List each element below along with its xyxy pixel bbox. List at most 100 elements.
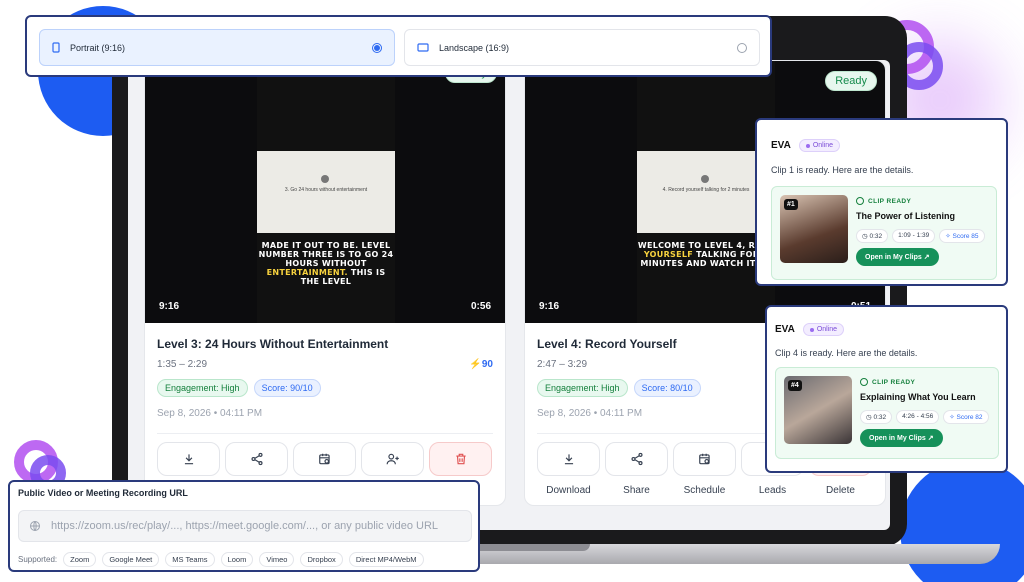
range-chip: 4:26 - 4:56 xyxy=(896,410,940,424)
slide-icon xyxy=(701,175,709,183)
clip-date: Sep 8, 2026 • 04:11 PM xyxy=(537,408,643,419)
duration-chip: ◷ 0:32 xyxy=(856,229,889,243)
share-label: Share xyxy=(623,485,650,496)
eva-name: EVA xyxy=(771,140,791,151)
download-button[interactable] xyxy=(157,442,220,476)
calendar-clock-icon xyxy=(698,453,710,465)
landscape-radio[interactable] xyxy=(737,42,747,53)
eva-header: EVA Online xyxy=(775,323,845,336)
clip-title: Level 3: 24 Hours Without Entertainment xyxy=(157,337,389,351)
clip-thumbnail[interactable]: #4 xyxy=(784,376,852,444)
clip-score-value: 90 xyxy=(481,359,493,370)
clip-time-range: 2:47 – 3:29 xyxy=(537,359,588,370)
landscape-icon xyxy=(417,43,429,52)
delete-label: Delete xyxy=(826,485,855,496)
add-user-icon xyxy=(386,453,399,465)
globe-icon xyxy=(30,521,40,531)
share-button[interactable] xyxy=(225,442,288,476)
clip-number-tag: #4 xyxy=(788,380,802,391)
platform-pill: Direct MP4/WebM xyxy=(348,552,424,567)
clip-score: ⚡90 xyxy=(469,359,493,370)
external-link-icon: ↗ xyxy=(923,254,930,261)
action-labels: Download Share Schedule Leads Delete xyxy=(537,485,872,496)
score-chip: ✧ Score 85 xyxy=(939,229,985,243)
clip-tags: Engagement: High Score: 80/10 xyxy=(537,379,701,397)
score-chip: ✧ Score 82 xyxy=(943,410,989,424)
leads-label: Leads xyxy=(758,485,787,496)
clip-actions xyxy=(157,442,492,476)
external-link-icon: ↗ xyxy=(927,435,934,442)
eva-clip-title: The Power of Listening xyxy=(856,211,956,221)
laptop-notch xyxy=(470,544,590,551)
score-chip: Score: 80/10 xyxy=(633,379,701,397)
clip-ready-label: CLIP READY xyxy=(860,378,915,386)
slide-icon xyxy=(321,175,329,183)
clip-number-tag: #1 xyxy=(784,199,798,210)
platform-pill: Dropbox xyxy=(300,552,343,567)
leads-button[interactable] xyxy=(361,442,424,476)
engagement-chip: Engagement: High xyxy=(537,379,628,397)
clip-tags: Engagement: High Score: 90/10 xyxy=(157,379,321,397)
clip-thumbnail[interactable]: 3. Go 24 hours without entertainment MAD… xyxy=(145,61,505,323)
open-in-my-clips-button[interactable]: Open in My Clips ↗ xyxy=(856,248,939,266)
schedule-label: Schedule xyxy=(683,485,726,496)
check-circle-icon xyxy=(860,378,868,386)
online-badge: Online xyxy=(802,323,845,336)
platform-pill: Loom xyxy=(220,552,254,567)
platform-pill: MS Teams xyxy=(165,552,215,567)
clip-meta: ◷ 0:32 1:09 - 1:39 ✧ Score 85 xyxy=(856,229,985,243)
platform-pill: Zoom xyxy=(63,552,97,567)
open-in-my-clips-button[interactable]: Open in My Clips ↗ xyxy=(860,429,943,447)
url-input[interactable] xyxy=(51,520,451,532)
aspect-ratio-label: 9:16 xyxy=(159,301,180,312)
engagement-chip: Engagement: High xyxy=(157,379,248,397)
clip-ready-card: #1 CLIP READY The Power of Listening ◷ 0… xyxy=(771,186,997,280)
portrait-option[interactable]: Portrait (9:16) xyxy=(39,29,395,66)
duration-chip: ◷ 0:32 xyxy=(860,410,893,424)
eva-message: Clip 4 is ready. Here are the details. xyxy=(775,348,918,358)
eva-header: EVA Online xyxy=(771,139,841,152)
landscape-label: Landscape (16:9) xyxy=(439,42,510,53)
portrait-icon xyxy=(52,42,60,53)
video-caption: MADE IT OUT TO BE. LEVEL NUMBER THREE IS… xyxy=(257,241,395,286)
schedule-button[interactable] xyxy=(673,442,736,476)
trash-icon xyxy=(455,453,466,465)
status-badge: Ready xyxy=(825,71,877,91)
clip-thumbnail[interactable]: #1 xyxy=(780,195,848,263)
url-panel: Public Video or Meeting Recording URL Su… xyxy=(8,480,480,572)
url-label: Public Video or Meeting Recording URL xyxy=(18,488,188,498)
eva-name: EVA xyxy=(775,324,795,335)
slide-text: 3. Go 24 hours without entertainment xyxy=(284,187,368,193)
open-button-label: Open in My Clips xyxy=(865,254,922,261)
score-chip-text: Score 85 xyxy=(952,233,979,240)
download-button[interactable] xyxy=(537,442,600,476)
download-icon xyxy=(564,454,573,465)
clip-ready-text: CLIP READY xyxy=(868,197,912,205)
clip-card[interactable]: 3. Go 24 hours without entertainment MAD… xyxy=(144,60,506,506)
sparkle-icon: ✧ xyxy=(949,414,955,421)
delete-button[interactable] xyxy=(429,442,492,476)
schedule-button[interactable] xyxy=(293,442,356,476)
score-chip-text: Score 82 xyxy=(956,414,983,421)
orientation-panel: Portrait (9:16) Landscape (16:9) xyxy=(25,15,772,77)
stage: 3. Go 24 hours without entertainment MAD… xyxy=(0,0,1024,582)
sparkle-icon: ✧ xyxy=(945,233,951,240)
portrait-radio[interactable] xyxy=(372,42,382,53)
check-circle-icon xyxy=(856,197,864,205)
share-icon xyxy=(630,452,643,466)
download-icon xyxy=(184,454,193,465)
platform-pill: Google Meet xyxy=(102,552,160,567)
share-icon xyxy=(250,452,263,466)
url-input-wrapper[interactable] xyxy=(18,510,472,542)
landscape-option[interactable]: Landscape (16:9) xyxy=(404,29,760,66)
clip-meta: ◷ 0:32 4:26 - 4:56 ✧ Score 82 xyxy=(860,410,989,424)
aspect-ratio-label: 9:16 xyxy=(539,301,560,312)
caption-text: WELCOME TO LEVEL 4, RECO xyxy=(637,241,775,250)
portrait-label: Portrait (9:16) xyxy=(70,42,126,53)
share-button[interactable] xyxy=(605,442,668,476)
clip-date: Sep 8, 2026 • 04:11 PM xyxy=(157,408,263,419)
calendar-clock-icon xyxy=(318,453,330,465)
caption-text: MADE IT OUT TO BE. LEVEL NUMBER THREE IS… xyxy=(258,241,394,268)
caption-highlight: ENTERTAINMENT. xyxy=(266,268,348,277)
divider xyxy=(157,433,493,434)
